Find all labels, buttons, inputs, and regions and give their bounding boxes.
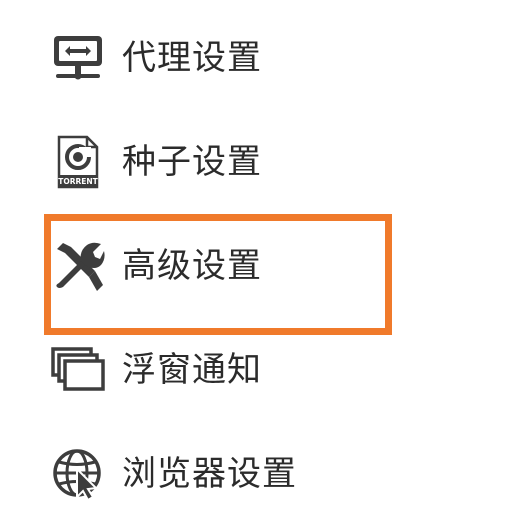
menu-item-label: 代理设置 [122,38,262,78]
wrench-screwdriver-icon [50,238,106,294]
menu-item-proxy-settings[interactable]: 代理设置 [0,6,523,110]
menu-item-advanced-settings[interactable]: 高级设置 [0,214,523,318]
menu-item-label: 浮窗通知 [122,350,262,390]
torrent-icon-text: TORRENT [58,177,98,186]
settings-menu: 代理设置 TORRENT 种子设置 高级设置 浮窗通知 浏览器设置 [0,0,523,520]
menu-item-torrent-settings[interactable]: TORRENT 种子设置 [0,110,523,214]
menu-item-label: 浏览器设置 [122,454,297,494]
torrent-file-icon: TORRENT [50,134,106,190]
stacked-windows-icon [50,342,106,398]
menu-item-label: 种子设置 [122,142,262,182]
menu-item-browser-settings[interactable]: 浏览器设置 [0,422,523,526]
proxy-monitor-icon [50,30,106,86]
menu-item-floating-notification[interactable]: 浮窗通知 [0,318,523,422]
menu-item-label: 高级设置 [122,246,262,286]
globe-cursor-icon [50,446,106,502]
